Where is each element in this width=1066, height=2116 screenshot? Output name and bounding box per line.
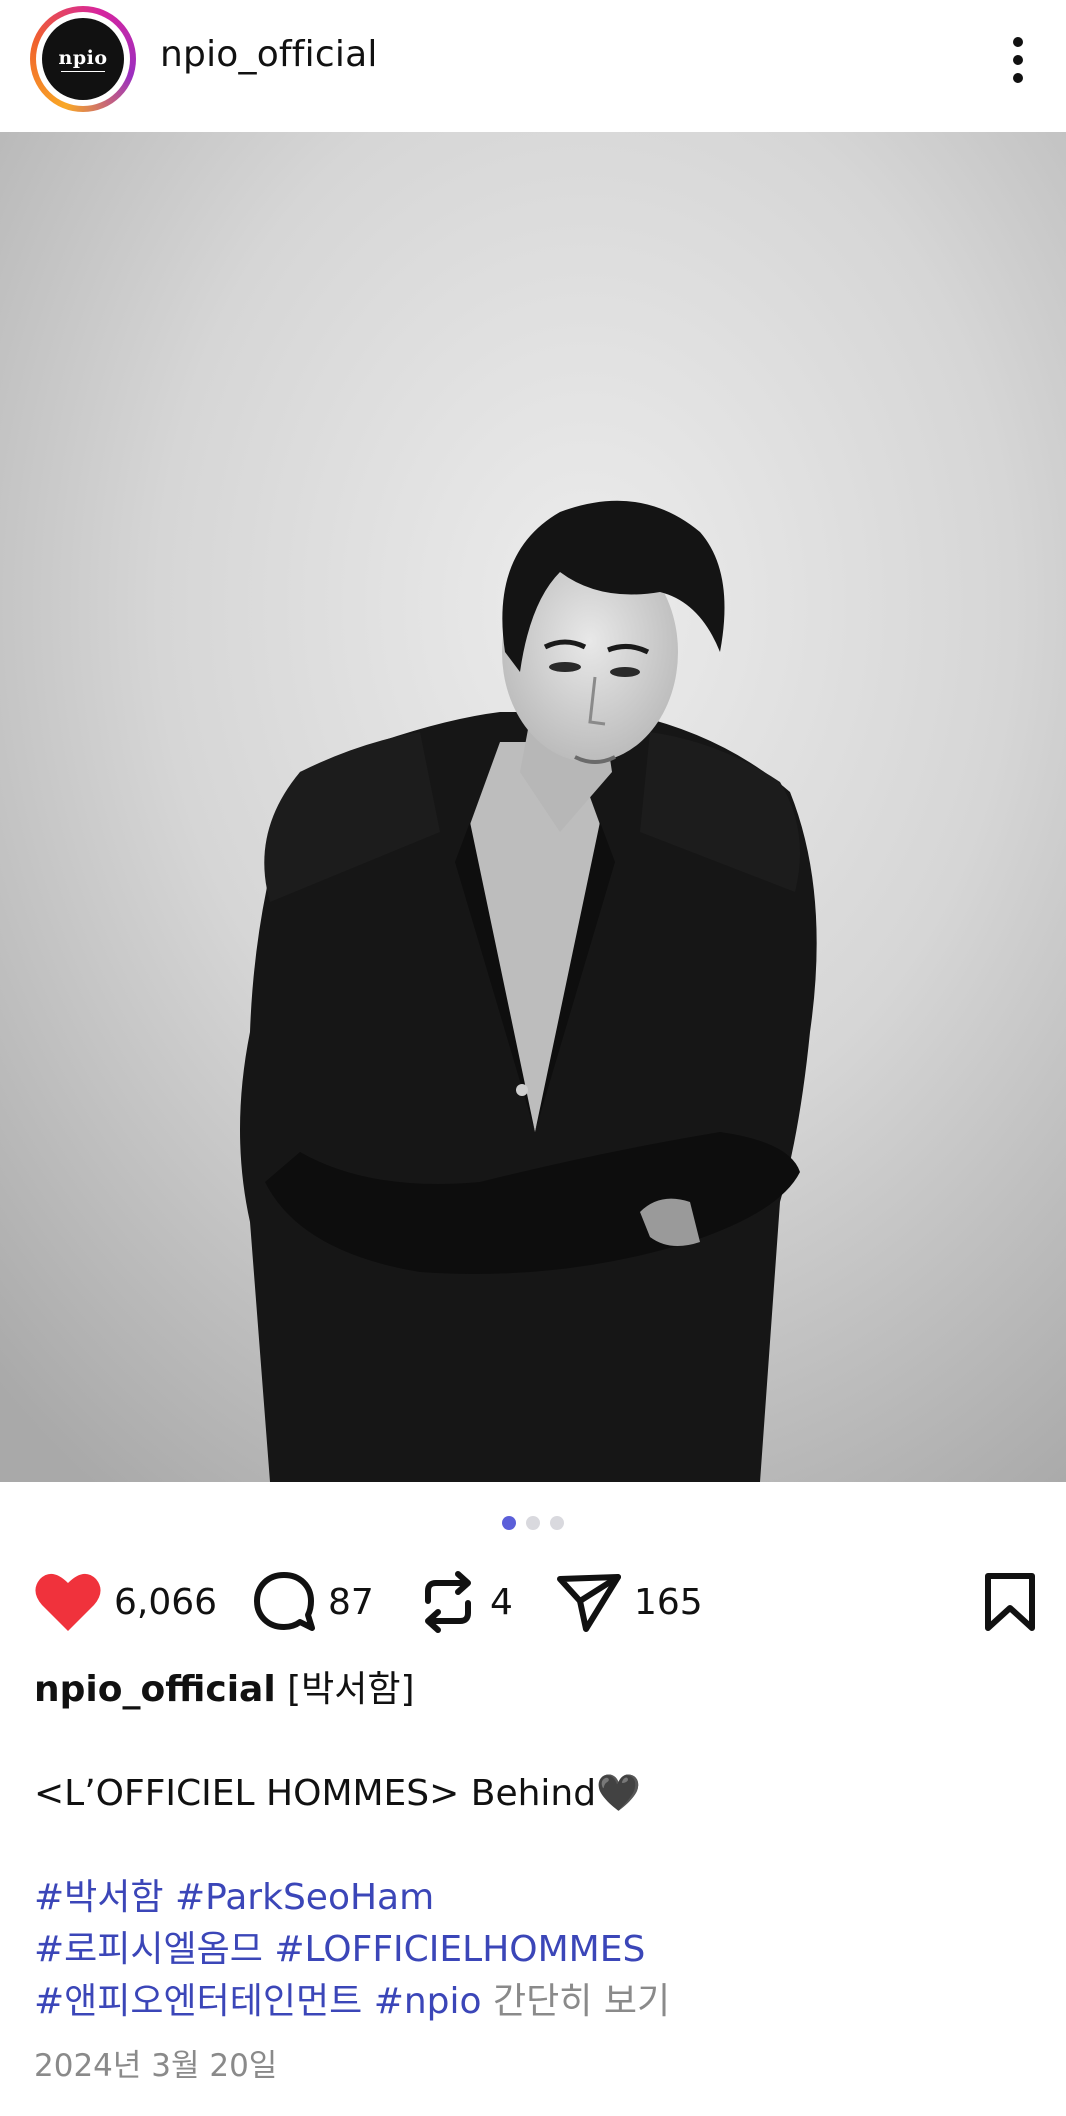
hashtag-link[interactable]: #로피시엘옴므 xyxy=(34,1929,263,1970)
caption-header-line: npio_official [박서함] xyxy=(34,1664,1034,1716)
caption-line-2: <L’OFFICIEL HOMMES> Behind🖤 xyxy=(34,1773,641,1814)
save-button[interactable] xyxy=(984,1560,1036,1644)
portrait-image xyxy=(0,132,1066,1482)
comment-button[interactable]: 87 xyxy=(252,1560,374,1644)
carousel-dot-active xyxy=(502,1516,516,1530)
collapse-caption-link[interactable]: 간단히 보기 xyxy=(493,1981,670,2022)
hashtag-row: #로피시엘옴므 #LOFFICIELHOMMES xyxy=(34,1924,1034,1976)
comment-icon xyxy=(254,1572,315,1631)
repost-count: 4 xyxy=(490,1581,513,1623)
post-date: 2024년 3월 20일 xyxy=(34,2048,278,2084)
heart-icon xyxy=(35,1573,101,1631)
post-username[interactable]: npio_official xyxy=(160,34,378,75)
action-bar: 6,066 87 4 165 xyxy=(0,1560,1066,1644)
caption-author[interactable]: npio_official xyxy=(34,1669,276,1710)
post-photo[interactable] xyxy=(0,132,1066,1482)
more-vertical-icon xyxy=(1013,37,1023,83)
hashtag-row: #박서함 #ParkSeoHam xyxy=(34,1872,1034,1924)
hashtag-row: #앤피오엔터테인먼트 #npio 간단히 보기 xyxy=(34,1976,1034,2028)
send-icon xyxy=(557,1574,621,1632)
carousel-dot xyxy=(550,1516,564,1530)
share-count: 165 xyxy=(634,1581,703,1623)
caption-line-1: [박서함] xyxy=(287,1669,415,1710)
comment-count: 87 xyxy=(328,1581,374,1623)
hashtag-link[interactable]: #LOFFICIELHOMMES xyxy=(274,1929,645,1970)
avatar-logo-underline xyxy=(61,70,105,72)
more-options-button[interactable] xyxy=(994,28,1042,92)
like-count: 6,066 xyxy=(114,1581,218,1623)
story-ring[interactable]: npio xyxy=(30,6,136,112)
carousel-indicator xyxy=(0,1516,1066,1530)
share-button[interactable]: 165 xyxy=(556,1560,703,1644)
hashtag-link[interactable]: #박서함 xyxy=(34,1877,164,1918)
post-header: npio npio_official xyxy=(0,0,1066,132)
repost-button[interactable]: 4 xyxy=(418,1560,513,1644)
avatar-border: npio xyxy=(36,12,130,106)
avatar-logo-text: npio xyxy=(58,46,108,69)
post-caption: npio_official [박서함] <L’OFFICIEL HOMMES> … xyxy=(34,1664,1034,2028)
hashtag-link[interactable]: #앤피오엔터테인먼트 xyxy=(34,1981,362,2022)
like-button[interactable]: 6,066 xyxy=(34,1560,217,1644)
avatar[interactable]: npio xyxy=(42,18,124,100)
hashtag-link[interactable]: #npio xyxy=(374,1981,482,2022)
hashtag-link[interactable]: #ParkSeoHam xyxy=(175,1877,434,1918)
carousel-dot xyxy=(526,1516,540,1530)
bookmark-icon xyxy=(985,1573,1035,1631)
repost-icon xyxy=(425,1571,471,1633)
